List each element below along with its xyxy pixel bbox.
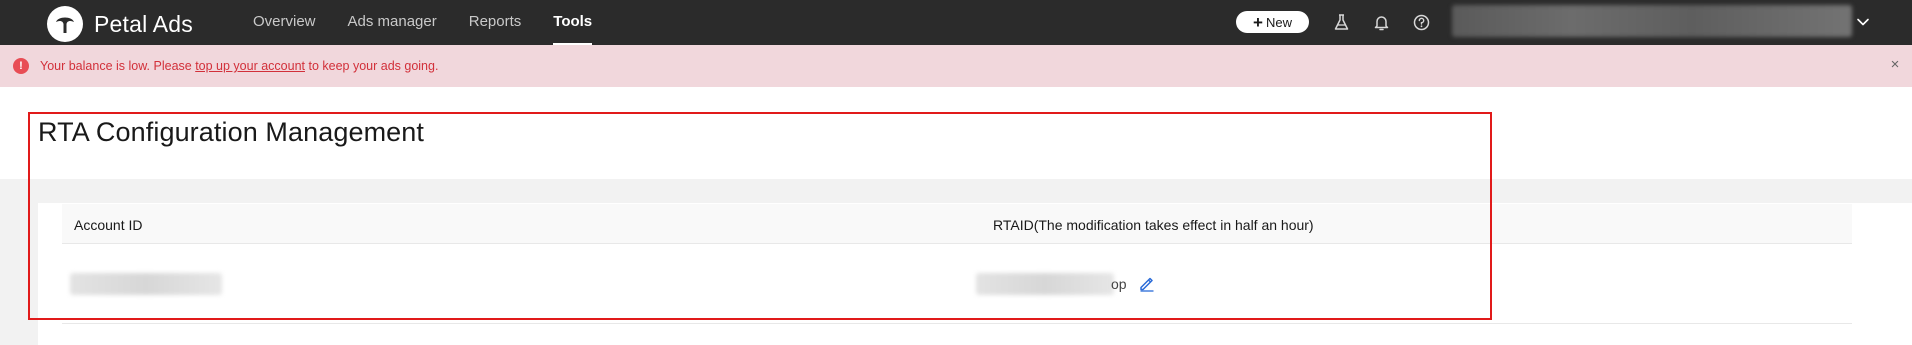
petal-logo-icon [47, 6, 83, 42]
page-title: RTA Configuration Management [38, 117, 425, 147]
page-header: RTA Configuration Management [0, 87, 1912, 179]
main-nav: Overview Ads manager Reports Tools [253, 0, 624, 45]
close-icon[interactable]: × [1887, 57, 1903, 73]
column-header-rtaid: RTAID(The modification takes effect in h… [993, 217, 1314, 233]
edit-icon[interactable] [1138, 274, 1156, 292]
nav-item-reports[interactable]: Reports [469, 0, 522, 45]
new-button-label: New [1265, 14, 1292, 30]
account-id-redacted [70, 273, 222, 295]
alert-icon: ! [13, 58, 29, 74]
top-up-link[interactable]: top up your account [195, 59, 305, 73]
alert-text-after: to keep your ads going. [305, 59, 439, 73]
bell-icon[interactable] [1372, 13, 1391, 32]
alert-text-before: Your balance is low. Please [40, 59, 196, 73]
alert-message: Your balance is low. Please top up your … [40, 59, 438, 73]
rtaid-value-suffix: op [1111, 276, 1127, 292]
rtaid-redacted [976, 273, 1114, 295]
table-header: Account ID RTAID(The modification takes … [62, 204, 1852, 244]
chevron-down-icon[interactable] [1855, 14, 1871, 30]
nav-item-ads-manager[interactable]: Ads manager [348, 0, 437, 45]
low-balance-alert: ! Your balance is low. Please top up you… [0, 45, 1912, 87]
brand-name: Petal Ads [94, 10, 193, 37]
brand[interactable]: Petal Ads [47, 6, 193, 42]
nav-item-overview[interactable]: Overview [253, 0, 316, 45]
plus-icon: + [1253, 12, 1263, 32]
top-navigation-bar: Petal Ads Overview Ads manager Reports T… [0, 0, 1912, 45]
account-info-redacted[interactable] [1452, 5, 1852, 37]
nav-item-tools[interactable]: Tools [553, 0, 592, 45]
help-icon[interactable] [1412, 13, 1431, 32]
flask-icon[interactable] [1332, 13, 1351, 32]
column-header-account-id: Account ID [74, 217, 143, 233]
new-button[interactable]: + New [1236, 11, 1309, 33]
table-row: op [62, 244, 1852, 324]
